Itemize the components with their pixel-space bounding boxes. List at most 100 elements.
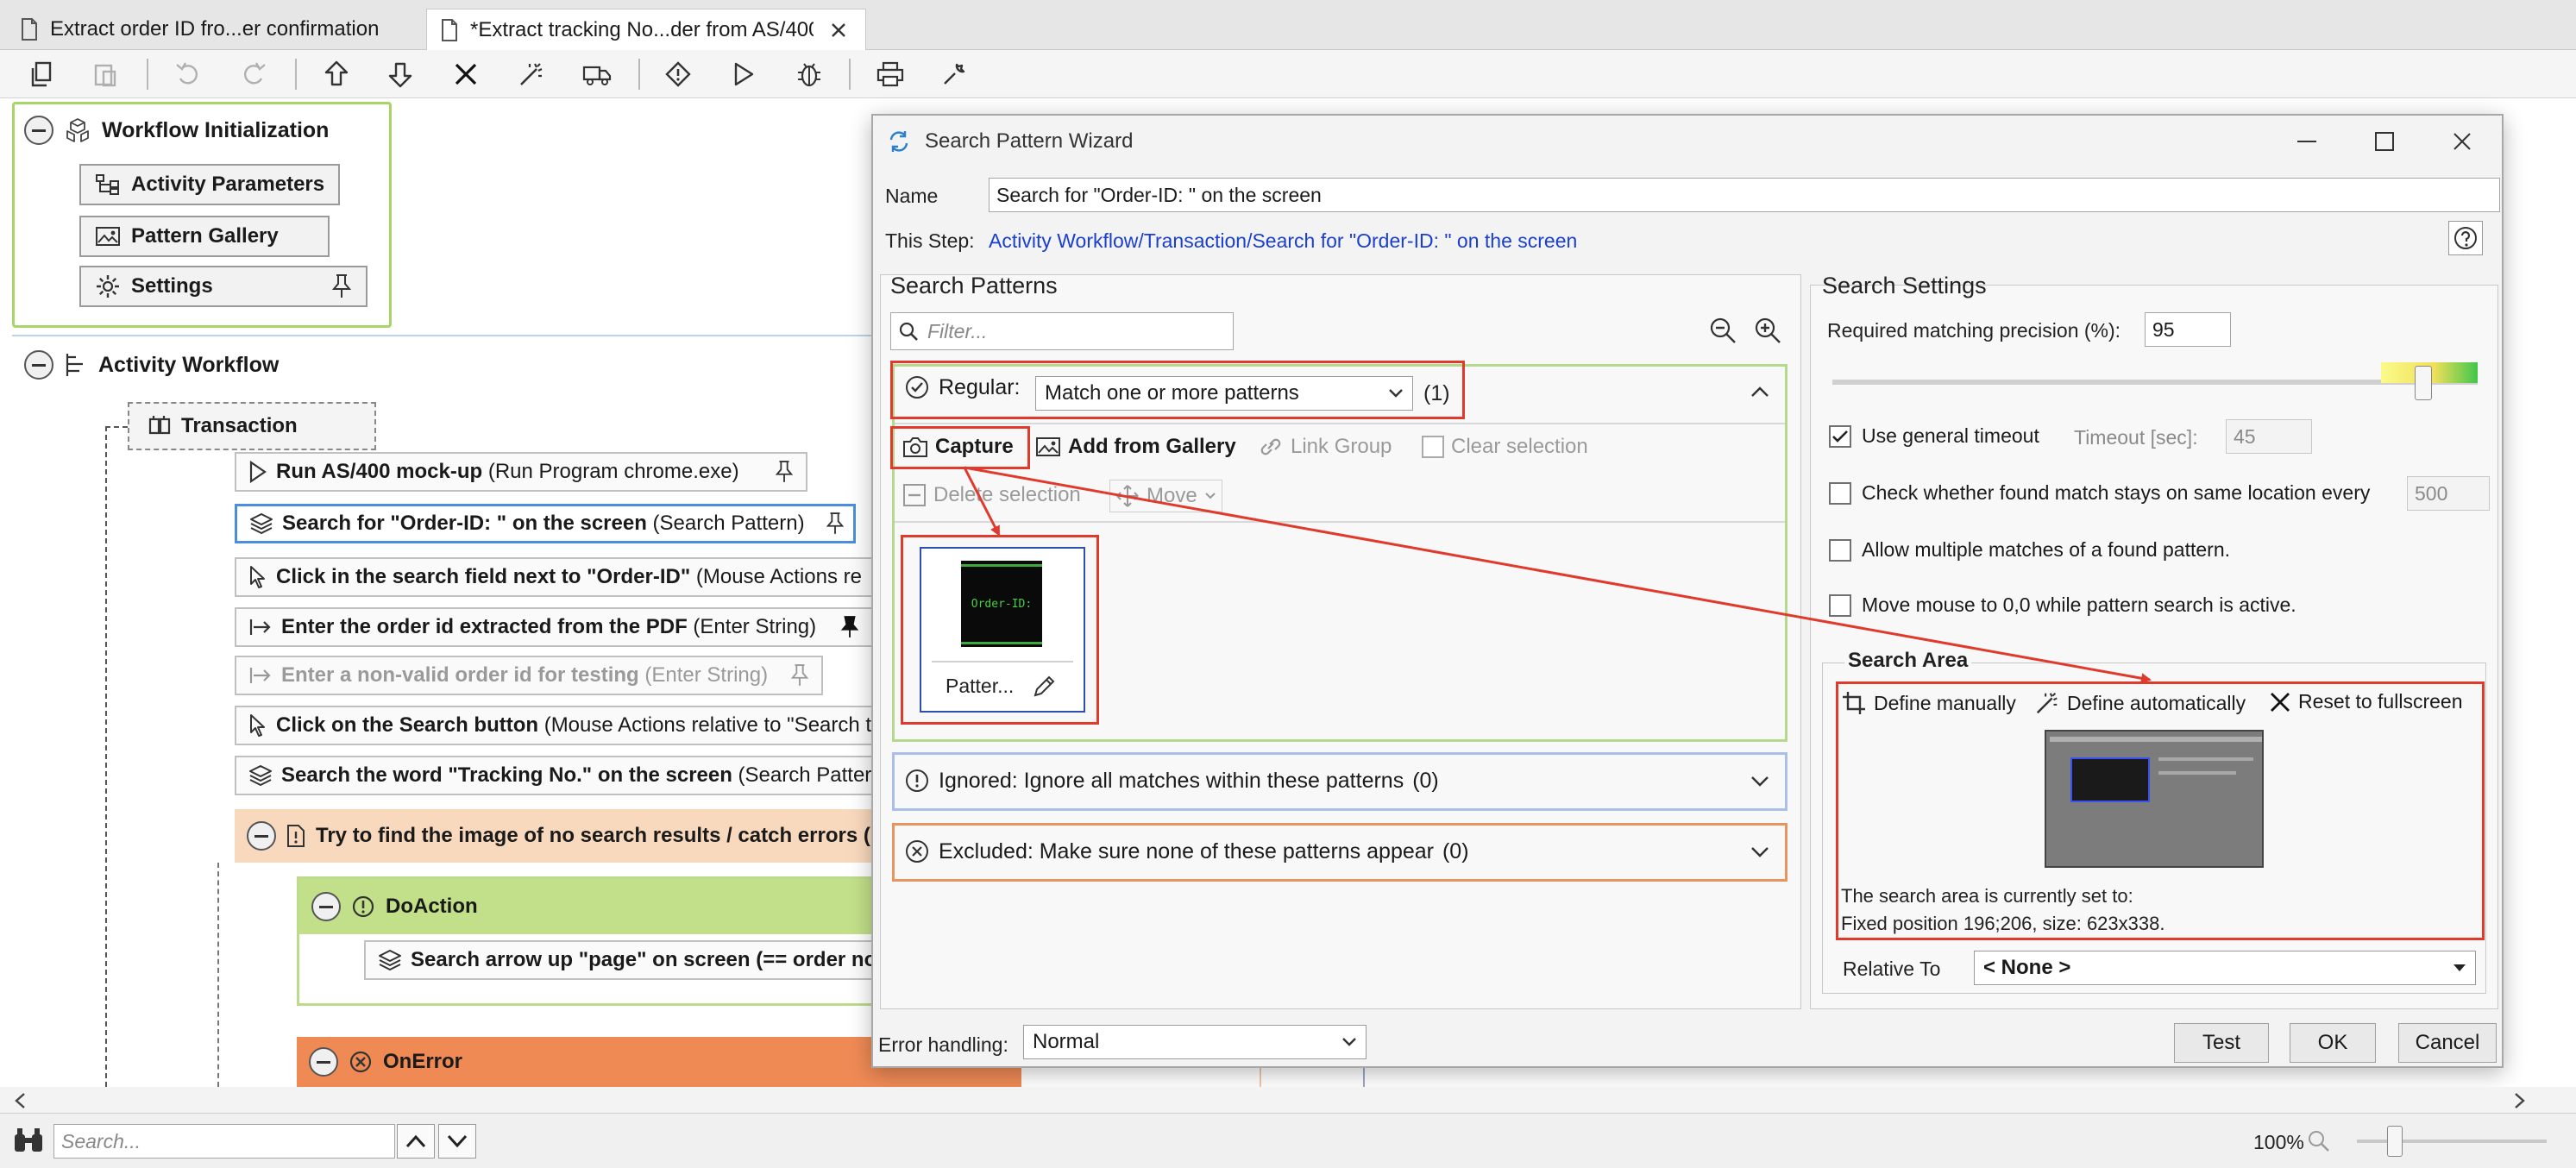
ignored-label: Ignored: Ignore all matches within these… <box>939 768 1404 793</box>
use-general-timeout-checkbox[interactable] <box>1829 424 1851 448</box>
workflow-search-input[interactable]: Search... <box>53 1124 395 1159</box>
toolbar-separator <box>147 59 148 90</box>
step-search-arrow-up[interactable]: Search arrow up "page" on screen (== ord… <box>364 940 882 980</box>
add-from-gallery-button[interactable]: Add from Gallery <box>1035 435 1236 459</box>
same-location-checkbox[interactable] <box>1829 481 1851 505</box>
binoculars-icon[interactable] <box>12 1126 45 1155</box>
define-manually-button[interactable]: Define manually <box>1841 690 2016 716</box>
copy-icon[interactable] <box>24 59 59 90</box>
zoom-slider-thumb[interactable] <box>2387 1126 2403 1157</box>
pin-icon[interactable] <box>828 615 859 639</box>
chevron-down-icon[interactable] <box>1746 768 1774 795</box>
move-up-icon[interactable] <box>319 59 354 90</box>
search-next-button[interactable] <box>438 1124 476 1159</box>
ok-button[interactable]: OK <box>2290 1023 2376 1063</box>
regular-group-header[interactable]: Regular: <box>904 374 1021 400</box>
zoom-slider-track[interactable] <box>2357 1140 2547 1143</box>
pin-icon[interactable] <box>778 663 809 688</box>
edit-pencil-icon[interactable] <box>1032 673 1058 699</box>
zoom-out-icon[interactable] <box>1708 316 1737 345</box>
delete-icon[interactable] <box>449 59 483 90</box>
step-enter-invalid-order-id[interactable]: Enter a non-valid order id for testing (… <box>235 656 823 695</box>
collapse-icon[interactable] <box>24 350 53 380</box>
search-previous-button[interactable] <box>397 1124 435 1159</box>
move-button[interactable]: Move <box>1109 480 1222 512</box>
move-mouse-row[interactable]: Move mouse to 0,0 while pattern search i… <box>1829 593 2296 617</box>
same-location-row[interactable]: Check whether found match stays on same … <box>1829 481 2370 505</box>
search-area-preview[interactable] <box>2045 730 2264 868</box>
link-group-button[interactable]: Link Group <box>1258 435 1392 459</box>
step-search-tracking-no[interactable]: Search the word "Tracking No." on the sc… <box>235 756 890 795</box>
chevron-down-icon[interactable] <box>1746 838 1774 866</box>
zoom-in-icon[interactable] <box>1753 316 1782 345</box>
undo-icon[interactable] <box>171 59 205 90</box>
step-search-order-id[interactable]: Search for "Order-ID: " on the screen (S… <box>235 504 856 543</box>
collapse-icon[interactable] <box>24 116 53 145</box>
reset-to-fullscreen-button[interactable]: Reset to fullscreen <box>2269 690 2462 713</box>
paste-icon[interactable] <box>88 59 123 90</box>
magic-wand-icon[interactable] <box>514 59 549 90</box>
define-automatically-button[interactable]: Define automatically <box>2034 690 2246 716</box>
relative-to-select[interactable]: < None > <box>1974 951 2476 985</box>
multiple-matches-checkbox[interactable] <box>1829 538 1851 562</box>
precision-input[interactable]: 95 <box>2145 312 2231 347</box>
pattern-gallery-button[interactable]: Pattern Gallery <box>79 216 330 257</box>
delete-selection-button[interactable]: Delete selection <box>902 483 1081 507</box>
workflow-initialization-header[interactable]: Workflow Initialization <box>24 116 329 145</box>
wrench-icon[interactable] <box>937 59 971 90</box>
status-bar: Search... 100% <box>0 1113 2576 1168</box>
move-down-icon[interactable] <box>383 59 418 90</box>
collapse-icon[interactable] <box>311 892 341 921</box>
precision-slider-thumb[interactable] <box>2414 366 2432 400</box>
pin-icon[interactable] <box>814 512 845 536</box>
try-catch-block-header[interactable]: Try to find the image of no search resul… <box>235 809 873 863</box>
dialog-title-bar[interactable]: Search Pattern Wizard <box>873 116 2502 167</box>
activity-workflow-header[interactable]: Activity Workflow <box>24 350 279 380</box>
timeout-input[interactable]: 45 <box>2226 419 2312 454</box>
settings-button[interactable]: Settings <box>79 266 368 307</box>
step-enter-order-id[interactable]: Enter the order id extracted from the PD… <box>235 607 873 647</box>
regular-mode-select[interactable]: Match one or more patterns <box>1035 376 1413 411</box>
cancel-button[interactable]: Cancel <box>2398 1023 2497 1063</box>
collapse-icon[interactable] <box>247 821 276 851</box>
step-click-search-button[interactable]: Click on the Search button (Mouse Action… <box>235 706 890 745</box>
tab-extract-tracking-no[interactable]: *Extract tracking No...der from AS/400 <box>426 9 866 50</box>
clear-selection-button[interactable]: Clear selection <box>1422 435 1588 459</box>
step-run-as400[interactable]: Run AS/400 mock-up (Run Program chrome.e… <box>235 452 807 492</box>
minimize-icon[interactable] <box>2283 124 2331 159</box>
horizontal-scrollbar[interactable] <box>0 1087 2576 1113</box>
print-icon[interactable] <box>873 59 908 90</box>
delivery-truck-icon[interactable] <box>580 59 614 90</box>
tab-extract-order-id[interactable]: Extract order ID fro...er confirmation <box>7 9 421 50</box>
test-button[interactable]: Test <box>2174 1023 2269 1063</box>
redo-icon[interactable] <box>236 59 271 90</box>
collapse-icon[interactable] <box>309 1047 338 1077</box>
transaction-block[interactable]: Transaction <box>128 402 376 450</box>
maximize-icon[interactable] <box>2360 124 2409 159</box>
chevron-up-icon[interactable] <box>1746 378 1774 405</box>
activity-parameters-button[interactable]: Activity Parameters <box>79 164 340 205</box>
multiple-matches-row[interactable]: Allow multiple matches of a found patter… <box>1829 538 2230 562</box>
chevron-left-icon[interactable] <box>14 1092 26 1109</box>
move-mouse-checkbox[interactable] <box>1829 593 1851 617</box>
run-icon[interactable] <box>726 59 761 90</box>
capture-button[interactable]: Capture <box>902 435 1014 459</box>
help-button[interactable] <box>2448 221 2483 255</box>
use-general-timeout-row[interactable]: Use general timeout <box>1829 424 2039 448</box>
ignored-group-header[interactable]: Ignored: Ignore all matches within these… <box>904 768 1439 794</box>
breakpoint-icon[interactable] <box>661 59 695 90</box>
do-action-header[interactable]: DoAction <box>299 879 881 934</box>
pin-icon[interactable] <box>319 273 352 299</box>
name-input[interactable]: Search for "Order-ID: " on the screen <box>989 178 2500 212</box>
filter-input[interactable]: Filter... <box>890 312 1234 350</box>
pin-icon[interactable] <box>763 460 794 484</box>
debug-icon[interactable] <box>792 59 826 90</box>
close-icon[interactable] <box>826 17 851 43</box>
close-icon[interactable] <box>2438 124 2486 159</box>
this-step-link[interactable]: Activity Workflow/Transaction/Search for… <box>989 229 1577 253</box>
step-click-search-field[interactable]: Click in the search field next to "Order… <box>235 557 890 597</box>
chevron-right-icon[interactable] <box>2514 1092 2526 1109</box>
excluded-group-header[interactable]: Excluded: Make sure none of these patter… <box>904 838 1469 864</box>
error-handling-select[interactable]: Normal <box>1023 1025 1367 1059</box>
same-location-interval-input[interactable]: 500 <box>2407 476 2490 511</box>
